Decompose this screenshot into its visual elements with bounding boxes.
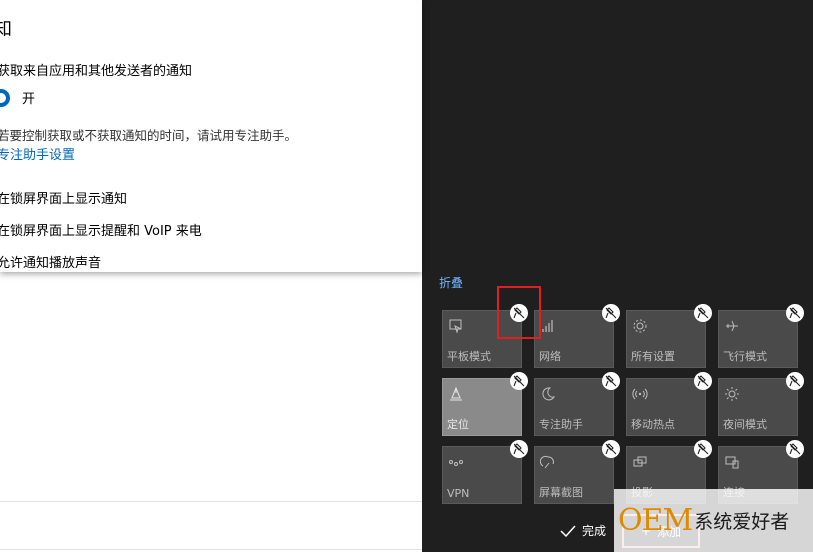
tile-night-light[interactable]: 夜间模式: [718, 372, 804, 436]
location-icon: [450, 386, 462, 401]
tile-label: VPN: [447, 487, 470, 500]
tile-label: 网络: [539, 350, 561, 363]
tile-location[interactable]: 定位: [442, 372, 528, 436]
tile-label: 移动热点: [631, 418, 675, 431]
unpin-button[interactable]: [602, 372, 620, 390]
tile-label: 飞行模式: [723, 350, 767, 363]
tile-label: 平板模式: [447, 350, 491, 363]
unpin-button[interactable]: [786, 440, 804, 458]
toggle-state-label: 开: [22, 92, 36, 107]
unpin-icon: [789, 443, 801, 455]
action-center-panel: 折叠 平板模式 网络 所有设置 飞行模式 定位 专注助手 移动热点 夜间模式 V…: [422, 0, 813, 552]
snip-icon: [540, 455, 554, 469]
notify-from-apps-label: 获取来自应用和其他发送者的通知: [0, 64, 193, 79]
unpin-icon: [697, 443, 709, 455]
unpin-icon: [789, 307, 801, 319]
hotspot-icon: [632, 388, 648, 400]
unpin-button[interactable]: [510, 440, 528, 458]
checkmark-icon: [560, 524, 576, 537]
unpin-icon: [605, 375, 617, 387]
tile-label: 定位: [447, 418, 469, 431]
unpin-icon: [605, 307, 617, 319]
watermark-logo: OEM 系统爱好者: [614, 489, 813, 552]
unpin-button[interactable]: [602, 304, 620, 322]
highlight-annotation: [497, 286, 541, 339]
unpin-icon: [513, 375, 525, 387]
tile-screen-snip[interactable]: 屏幕截图: [534, 440, 620, 504]
unpin-button[interactable]: [694, 304, 712, 322]
toggle-switch-icon[interactable]: [0, 88, 10, 107]
focus-assist-settings-link[interactable]: 专注助手设置: [0, 144, 75, 163]
collapse-link[interactable]: 折叠: [439, 274, 463, 291]
settings-gear-icon: [633, 319, 647, 333]
unpin-icon: [605, 443, 617, 455]
lock-screen-voip-checkbox-label[interactable]: 在锁屏界面上显示提醒和 VoIP 来电: [0, 220, 202, 239]
tile-all-settings[interactable]: 所有设置: [626, 304, 712, 368]
network-icon: [542, 320, 553, 332]
tile-mobile-hotspot[interactable]: 移动热点: [626, 372, 712, 436]
tile-label: 屏幕截图: [539, 486, 583, 499]
unpin-icon: [513, 443, 525, 455]
done-button[interactable]: 完成: [560, 522, 606, 539]
screen: 知 获取来自应用和其他发送者的通知 开 若要控制获取或不获取通知的时间，请试用专…: [0, 0, 813, 552]
notification-settings-panel: 知 获取来自应用和其他发送者的通知 开 若要控制获取或不获取通知的时间，请试用专…: [0, 0, 422, 272]
notify-toggle-row[interactable]: 开: [0, 88, 35, 107]
notify-sound-checkbox-label[interactable]: 允许通知播放声音: [0, 252, 101, 271]
tile-vpn[interactable]: VPN: [442, 440, 528, 504]
lock-screen-notify-checkbox-label[interactable]: 在锁屏界面上显示通知: [0, 188, 127, 207]
tile-label: 所有设置: [631, 350, 675, 363]
unpin-icon: [697, 307, 709, 319]
unpin-button[interactable]: [510, 372, 528, 390]
section-heading: 知: [0, 19, 12, 40]
unpin-button[interactable]: [602, 440, 620, 458]
done-label: 完成: [582, 524, 607, 538]
brightness-icon: [725, 387, 739, 401]
unpin-button[interactable]: [694, 440, 712, 458]
unpin-button[interactable]: [786, 372, 804, 390]
unpin-icon: [697, 375, 709, 387]
divider: [0, 501, 422, 502]
watermark-oem: OEM: [618, 503, 693, 538]
tile-label: 专注助手: [539, 418, 583, 431]
unpin-button[interactable]: [694, 372, 712, 390]
vpn-icon: [449, 460, 463, 466]
unpin-button[interactable]: [786, 304, 804, 322]
divider: [0, 549, 422, 550]
focus-assist-description: 若要控制获取或不获取通知的时间，请试用专注助手。: [0, 128, 298, 143]
moon-icon: [542, 387, 556, 401]
tile-airplane-mode[interactable]: 飞行模式: [718, 304, 804, 368]
watermark-text: 系统爱好者: [694, 511, 790, 533]
connect-icon: [725, 456, 739, 469]
tile-focus-assist[interactable]: 专注助手: [534, 372, 620, 436]
tablet-mode-icon: [449, 319, 462, 334]
tile-label: 夜间模式: [723, 418, 767, 431]
unpin-icon: [789, 375, 801, 387]
airplane-icon: [726, 320, 738, 332]
tile-network[interactable]: 网络: [534, 304, 620, 368]
project-icon: [633, 456, 647, 467]
